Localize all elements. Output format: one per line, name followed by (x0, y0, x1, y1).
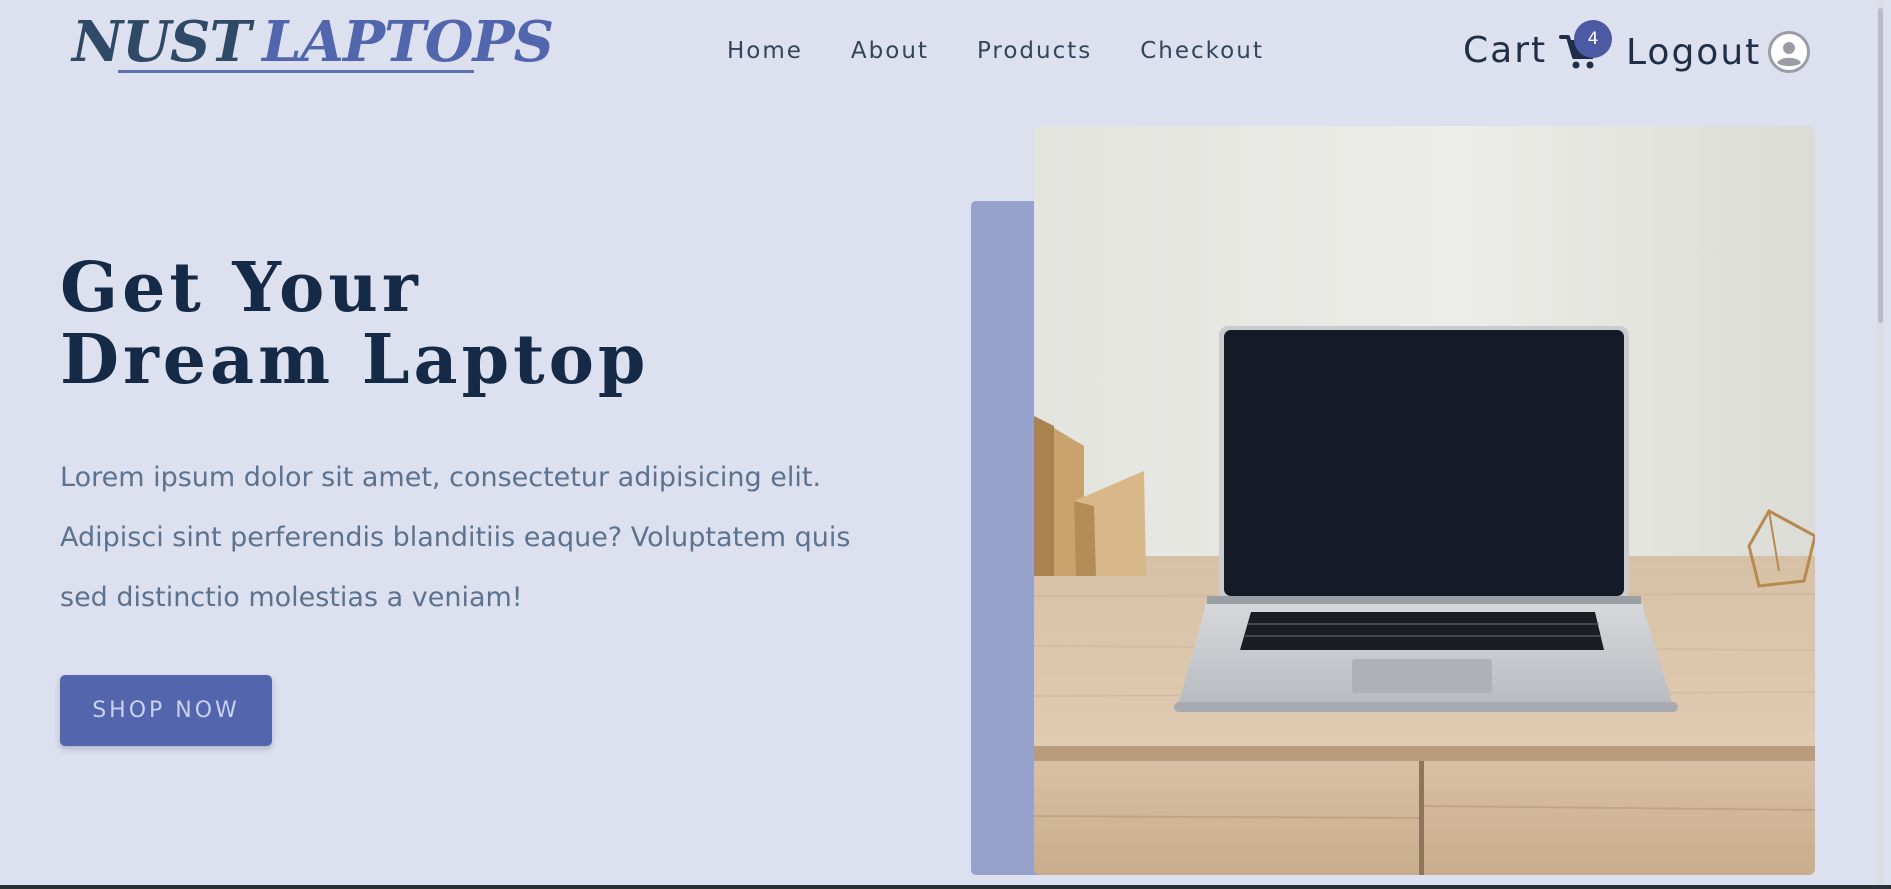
nav-about[interactable]: About (851, 38, 929, 64)
hero-title: Get Your Dream Laptop (60, 252, 649, 396)
hero-title-line2: Dream Laptop (60, 320, 650, 400)
nav-products[interactable]: Products (977, 38, 1092, 64)
hero-title-line1: Get Your (60, 248, 422, 328)
nav-checkout[interactable]: Checkout (1140, 38, 1264, 64)
page-scrollbar[interactable] (1877, 0, 1884, 885)
cart-count-badge: 4 (1574, 20, 1612, 58)
laptop-illustration (1034, 126, 1815, 875)
page: NUST LAPTOPS Home About Products Checkout… (0, 0, 1884, 885)
main-nav: Home About Products Checkout (727, 38, 1264, 64)
user-circle-icon (1768, 31, 1811, 73)
cart-link[interactable]: Cart 4 (1463, 20, 1612, 71)
logo-underline (118, 70, 474, 73)
hero-laptop-image (1034, 126, 1815, 875)
brand-logo[interactable]: NUST LAPTOPS (72, 9, 554, 75)
shop-now-button[interactable]: SHOP NOW (60, 675, 272, 746)
brand-logo-part1: NUST (72, 9, 251, 75)
logout-button[interactable]: Logout (1626, 30, 1811, 74)
nav-home[interactable]: Home (727, 38, 803, 64)
bottom-border (0, 885, 1891, 889)
logout-label: Logout (1626, 31, 1762, 73)
scrollbar-thumb[interactable] (1878, 8, 1883, 323)
brand-logo-part2: LAPTOPS (262, 9, 554, 75)
cart-label: Cart (1463, 30, 1548, 71)
hero-description: Lorem ipsum dolor sit amet, consectetur … (60, 462, 851, 613)
